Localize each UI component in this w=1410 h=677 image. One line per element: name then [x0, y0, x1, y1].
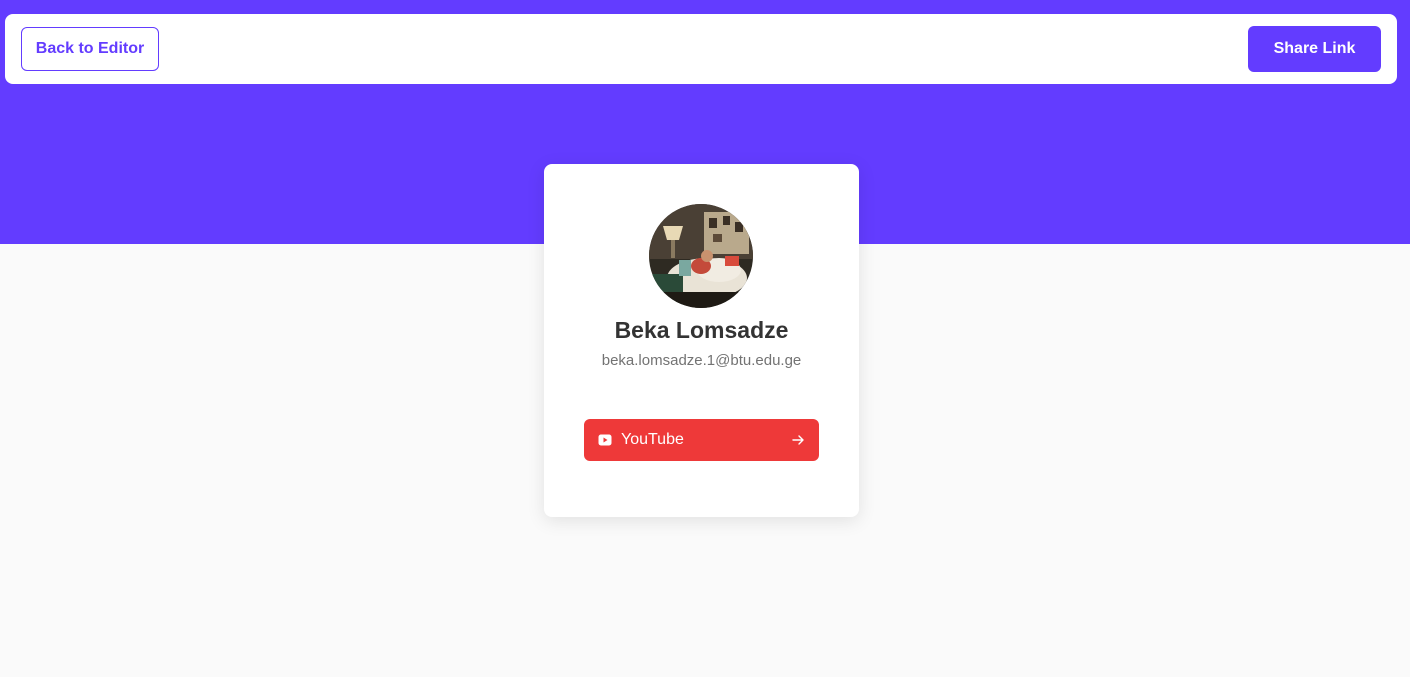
- share-link-button[interactable]: Share Link: [1248, 26, 1381, 72]
- arrow-right-icon: [792, 435, 804, 445]
- youtube-link-button[interactable]: YouTube: [584, 419, 819, 461]
- top-navbar: Back to Editor Share Link: [5, 14, 1397, 84]
- profile-email: beka.lomsadze.1@btu.edu.ge: [601, 352, 802, 369]
- youtube-icon: [598, 434, 612, 446]
- avatar: [649, 204, 753, 308]
- profile-name: Beka Lomsadze: [614, 317, 789, 343]
- profile-card: Beka Lomsadze beka.lomsadze.1@btu.edu.ge…: [544, 164, 859, 517]
- profile-photo-icon: [649, 204, 753, 308]
- back-to-editor-button[interactable]: Back to Editor: [21, 27, 159, 71]
- youtube-link-label: YouTube: [621, 431, 684, 448]
